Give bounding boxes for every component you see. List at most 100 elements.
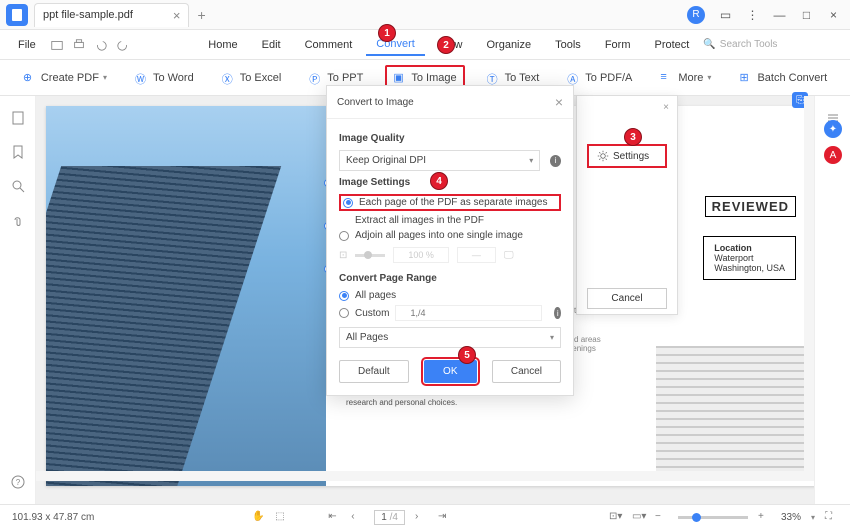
last-page-icon[interactable]: ⇥ [438,511,451,524]
app-logo-icon [6,4,28,26]
radio-on-icon [339,291,349,301]
attachments-icon[interactable] [10,212,26,228]
chevron-down-icon: ▾ [529,156,533,165]
close-dialog-icon[interactable]: × [555,94,563,110]
callout-1: 1 [378,24,396,42]
more-icon: ≡ [660,71,674,85]
settings-button[interactable]: Settings [587,144,667,168]
user-avatar[interactable]: R [687,6,705,24]
menu-comment[interactable]: Comment [295,35,363,55]
open-icon[interactable] [50,38,64,52]
chevron-down-icon: ▾ [707,73,711,82]
menu-organize[interactable]: Organize [476,35,541,55]
page-number-input[interactable]: 1 /4 [374,510,405,525]
option-all-pages[interactable]: All pages [339,290,561,301]
horizontal-scrollbar[interactable] [36,471,814,481]
svg-text:?: ? [15,478,20,487]
building-photo-2 [656,346,814,476]
crop-icon: ⊡ [339,250,347,261]
app-menu-icon[interactable]: ▭ [719,8,732,21]
first-page-icon[interactable]: ⇤ [328,511,341,524]
zoom-in-icon[interactable]: + [758,511,771,524]
document-tab[interactable]: ppt file-sample.pdf × [34,3,189,27]
print-icon[interactable] [72,38,86,52]
edit-mode-icon[interactable]: A [824,146,842,164]
search-panel-icon[interactable] [10,178,26,194]
cancel-button[interactable]: Cancel [587,288,667,309]
plus-doc-icon: ⊕ [23,71,37,85]
next-page-icon[interactable]: › [415,511,428,524]
option-extract[interactable]: Extract all images in the PDF [339,215,561,226]
quality-select[interactable]: Keep Original DPI ▾ [339,150,540,171]
location-city: Waterport [714,253,785,263]
menu-protect[interactable]: Protect [644,35,699,55]
vertical-scrollbar[interactable] [804,96,814,476]
info-icon[interactable]: i [554,307,561,319]
ai-icon[interactable]: ✦ [824,120,842,138]
search-placeholder: Search Tools [720,39,778,50]
option-each-page[interactable]: Each page of the PDF as separate images [339,194,561,211]
menu-tools[interactable]: Tools [545,35,591,55]
zoom-value: 33% [781,512,801,523]
minimize-icon[interactable]: — [773,8,786,21]
help-icon[interactable]: ? [10,474,26,490]
radio-off-icon [339,231,349,241]
fit-width-icon[interactable]: ⊡▾ [609,511,622,524]
to-excel-button[interactable]: ⓍTo Excel [216,67,288,89]
more-button[interactable]: ≡More▾ [654,67,717,89]
export-dialog: × Settings Cancel [576,95,678,315]
create-pdf-button[interactable]: ⊕Create PDF▾ [17,67,113,89]
left-sidebar: ? [0,96,36,504]
dialog-title: Convert to Image [337,97,414,108]
redo-icon[interactable] [116,38,130,52]
menu-edit[interactable]: Edit [252,35,291,55]
hand-tool-icon[interactable]: ✋ [252,511,265,524]
tab-title: ppt file-sample.pdf [43,9,133,21]
cancel-button[interactable]: Cancel [492,360,561,383]
chevron-down-icon[interactable]: ▾ [811,513,815,522]
chevron-down-icon: ▾ [103,73,107,82]
search-tools[interactable]: 🔍 Search Tools [703,39,777,50]
disabled-options: ⊡ 100 % — 🖵 [339,247,561,263]
menu-convert[interactable]: Convert [366,34,425,56]
fullscreen-icon[interactable]: ⛶ [825,511,838,524]
option-custom[interactable]: Custom i [339,305,561,321]
menu-home[interactable]: Home [198,35,247,55]
close-tab-icon[interactable]: × [173,8,181,23]
radio-on-icon [343,198,353,208]
pages-select[interactable]: All Pages ▾ [339,327,561,348]
select-tool-icon[interactable]: ⬚ [275,511,288,524]
close-window-icon[interactable]: × [827,8,840,21]
format-select: — [457,247,496,263]
default-button[interactable]: Default [339,360,409,383]
reviewed-stamp: REVIEWED [705,196,796,217]
gear-icon [597,150,609,162]
custom-range-input[interactable] [395,305,542,321]
callout-4: 4 [430,172,448,190]
close-icon[interactable]: × [663,102,669,113]
batch-icon: ⊞ [739,71,753,85]
zoom-out-icon[interactable]: − [655,511,668,524]
batch-convert-button[interactable]: ⊞Batch Convert [733,67,833,89]
menu-form[interactable]: Form [595,35,641,55]
undo-icon[interactable] [94,38,108,52]
info-icon[interactable]: i [550,155,561,167]
location-label: Location [714,243,785,253]
zoom-slider[interactable] [678,516,748,519]
callout-5: 5 [458,346,476,364]
location-box: Location Waterport Washington, USA [703,236,796,280]
option-adjoin[interactable]: Adjoin all pages into one single image [339,230,561,241]
to-word-button[interactable]: ⓌTo Word [129,67,200,89]
image-icon: ▣ [393,71,407,85]
menu-file[interactable]: File [8,35,46,55]
pdfa-icon: Ⓐ [567,71,581,85]
maximize-icon[interactable]: □ [800,8,813,21]
new-tab-button[interactable]: + [197,7,205,23]
titlebar: ppt file-sample.pdf × + R ▭ ⋮ — □ × [0,0,850,30]
bookmarks-icon[interactable] [10,144,26,160]
thumbnails-icon[interactable] [10,110,26,126]
kebab-icon[interactable]: ⋮ [746,8,759,21]
menubar: File Home Edit Comment Convert View Orga… [0,30,850,60]
view-mode-icon[interactable]: ▭▾ [632,511,645,524]
prev-page-icon[interactable]: ‹ [351,511,364,524]
